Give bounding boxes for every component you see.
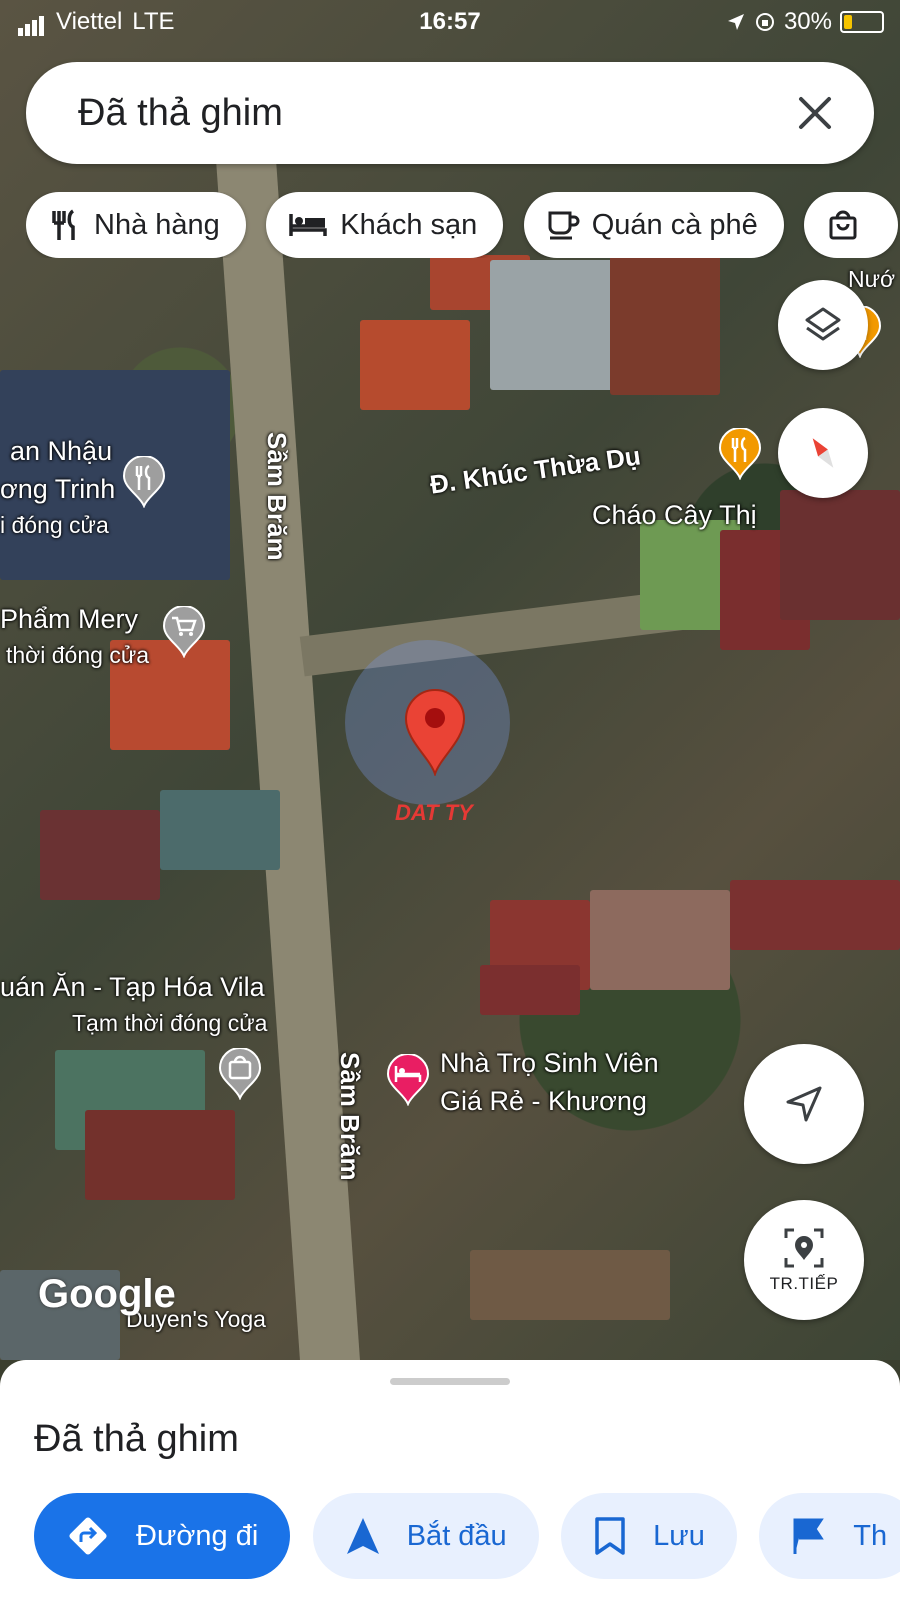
label-button[interactable]: Th <box>759 1493 900 1579</box>
search-bar[interactable]: Đã thả ghim <box>26 62 874 164</box>
poi-label[interactable]: Giá Rẻ - Khương <box>440 1086 647 1117</box>
battery-percent: 30% <box>783 8 832 35</box>
roof <box>360 320 470 410</box>
roof <box>490 260 620 390</box>
start-button[interactable]: Bắt đầu <box>312 1493 539 1579</box>
directions-button[interactable]: Đường đi <box>34 1493 291 1579</box>
chip-label: Khách sạn <box>340 208 478 241</box>
poi-label[interactable]: ơng Trinh <box>0 474 115 505</box>
my-location-button[interactable] <box>744 1044 864 1164</box>
save-button[interactable]: Lưu <box>561 1493 737 1579</box>
layers-button[interactable] <box>778 280 868 370</box>
location-arrow-icon <box>727 14 744 30</box>
poi-label[interactable]: Cháo Cây Thị <box>592 500 757 531</box>
category-chips: Nhà hàng Khách sạn Quán cà phê <box>26 192 900 258</box>
shopping-bag-poi-icon[interactable] <box>218 1048 262 1100</box>
hotel-icon <box>289 214 327 236</box>
poi-label[interactable]: uán Ăn - Tạp Hóa Vila <box>0 972 265 1003</box>
chip-hotels[interactable]: Khách sạn <box>266 192 504 258</box>
watermark-text: DAT TY <box>395 800 473 825</box>
bottom-sheet[interactable]: Đã thả ghim Đường đi Bắt đầu Lưu Th <box>0 1360 900 1600</box>
status-bar: Viettel LTE 16:57 30% <box>0 0 900 46</box>
coffee-icon <box>548 211 580 240</box>
shopping-cart-poi-icon[interactable] <box>162 606 206 658</box>
action-buttons: Đường đi Bắt đầu Lưu Th <box>34 1493 900 1581</box>
action-label: Th <box>853 1519 888 1552</box>
poi-label[interactable]: an Nhậu <box>10 436 112 467</box>
place-title: Đã thả ghim <box>34 1418 239 1460</box>
directions-icon <box>69 1517 107 1555</box>
chip-coffee[interactable]: Quán cà phê <box>523 192 784 258</box>
restaurant-icon <box>52 209 75 240</box>
location-scan-icon <box>784 1228 824 1268</box>
poi-status: Tạm thời đóng cửa <box>72 1010 268 1036</box>
action-label: Đường đi <box>136 1519 259 1552</box>
chip-label: Nhà hàng <box>94 208 220 241</box>
shopping-bag-icon <box>829 210 857 240</box>
navigation-arrow-icon <box>786 1086 822 1122</box>
street-label: Đ. Khúc Thừa Dụ <box>428 440 643 500</box>
restaurant-poi-icon[interactable] <box>122 456 166 508</box>
explore-label: TR.TIẾP <box>769 1274 839 1293</box>
battery-icon <box>840 11 884 33</box>
poi-status: i đóng cửa <box>0 512 109 538</box>
action-label: Bắt đầu <box>406 1519 507 1552</box>
poi-label[interactable]: Nhà Trọ Sinh Viên <box>440 1048 659 1079</box>
compass-button[interactable] <box>778 408 868 498</box>
flag-icon <box>793 1518 825 1554</box>
poi-status: thời đóng cửa <box>6 642 150 668</box>
explore-nearby-button[interactable]: TR.TIẾP <box>744 1200 864 1320</box>
roof <box>730 880 900 950</box>
roof <box>40 810 160 900</box>
drag-handle[interactable] <box>390 1378 510 1385</box>
layers-icon <box>805 307 841 341</box>
close-icon[interactable] <box>786 84 844 142</box>
bookmark-icon <box>595 1517 625 1555</box>
search-text[interactable]: Đã thả ghim <box>78 92 283 135</box>
dropped-pin-icon[interactable] <box>402 688 468 776</box>
rotation-lock-icon <box>755 13 774 31</box>
roof <box>470 1250 670 1320</box>
poi-label[interactable]: Nướ <box>848 266 895 293</box>
compass-icon <box>812 438 834 468</box>
hotel-poi-icon[interactable] <box>386 1054 430 1106</box>
street-label: Sầm Brăm <box>335 1052 365 1181</box>
navigation-icon <box>346 1518 379 1554</box>
roof <box>85 1110 235 1200</box>
roof <box>160 790 280 870</box>
chip-label: Quán cà phê <box>591 208 758 241</box>
action-label: Lưu <box>653 1519 705 1552</box>
roof <box>480 965 580 1015</box>
roof <box>590 890 730 990</box>
poi-label[interactable]: Phẩm Mery <box>0 604 138 635</box>
restaurant-poi-icon[interactable] <box>718 428 762 480</box>
roof <box>780 490 900 620</box>
chip-restaurants[interactable]: Nhà hàng <box>26 192 246 258</box>
street-label: Sầm Brăm <box>262 432 292 561</box>
roof <box>610 255 720 395</box>
chip-shopping[interactable] <box>804 192 899 258</box>
google-logo: Google <box>38 1272 176 1316</box>
